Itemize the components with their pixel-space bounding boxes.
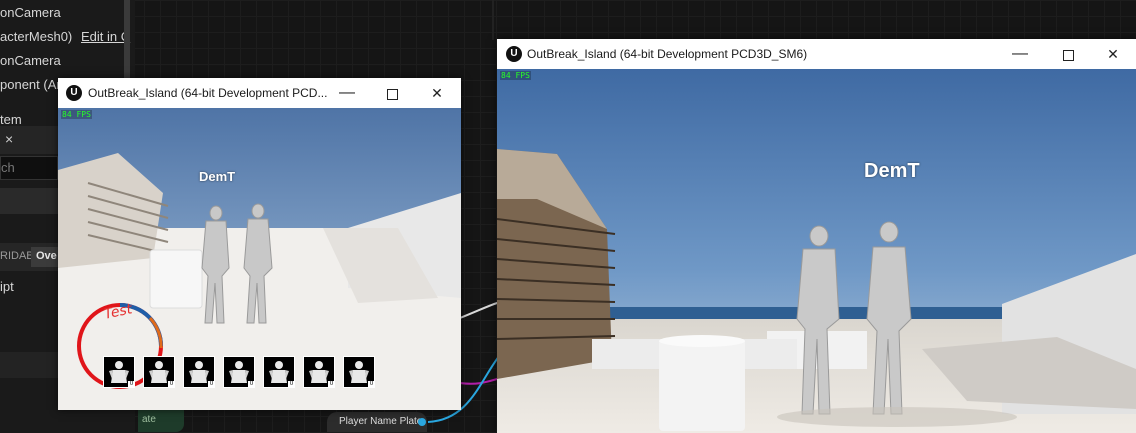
- game-scene: [497, 69, 1136, 433]
- minimize-button[interactable]: —: [336, 82, 358, 104]
- inventory-slot[interactable]: 0: [183, 356, 215, 388]
- inventory-slot[interactable]: 0: [263, 356, 295, 388]
- node-output-pin[interactable]: [418, 418, 426, 426]
- slot-count: 0: [368, 381, 375, 388]
- override-button[interactable]: Ove: [31, 247, 58, 267]
- title-bar[interactable]: U OutBreak_Island (64-bit Development PC…: [497, 39, 1136, 69]
- game-window-small[interactable]: U OutBreak_Island (64-bit Development PC…: [58, 78, 461, 410]
- slot-count: 0: [208, 381, 215, 388]
- wire-white: [459, 301, 501, 319]
- wire-magenta: [459, 377, 501, 385]
- component-row[interactable]: onCamera: [0, 53, 61, 68]
- slot-count: 0: [168, 381, 175, 388]
- component-row[interactable]: acterMesh0): [0, 29, 72, 44]
- unreal-logo-icon: U: [66, 85, 82, 101]
- inventory-slot[interactable]: 0: [303, 356, 335, 388]
- inventory-slot[interactable]: 0: [143, 356, 175, 388]
- fps-counter: 84 FPS: [500, 71, 531, 80]
- details-section-row: [0, 352, 58, 378]
- edit-in-cpp-link[interactable]: Edit in C: [81, 29, 130, 44]
- close-icon[interactable]: ×: [5, 131, 13, 147]
- component-row[interactable]: ponent (Ar: [0, 77, 61, 92]
- window-title: OutBreak_Island (64-bit Development PCD3…: [527, 47, 808, 61]
- blueprint-node[interactable]: ate: [138, 410, 184, 432]
- slot-count: 0: [248, 381, 255, 388]
- script-label: ipt: [0, 279, 14, 294]
- maximize-icon: [386, 88, 398, 100]
- unreal-logo-icon: U: [506, 46, 522, 62]
- title-bar[interactable]: U OutBreak_Island (64-bit Development PC…: [58, 78, 461, 108]
- maximize-icon: [1062, 49, 1074, 61]
- inventory-slot[interactable]: 0: [103, 356, 135, 388]
- game-viewport[interactable]: 84 FPS DemT: [497, 69, 1136, 433]
- game-window-large[interactable]: U OutBreak_Island (64-bit Development PC…: [497, 39, 1136, 433]
- slot-count: 0: [128, 381, 135, 388]
- inventory-slot[interactable]: 0: [343, 356, 375, 388]
- minimize-button[interactable]: —: [1009, 43, 1031, 65]
- player-name-plate-node[interactable]: Player Name Plate: [327, 412, 427, 432]
- slot-count: 0: [328, 381, 335, 388]
- close-button[interactable]: ✕: [1102, 43, 1124, 65]
- game-viewport[interactable]: 84 FPS DemT Test 0000000: [58, 108, 461, 410]
- slot-count: 0: [288, 381, 295, 388]
- player-nameplate: DemT: [199, 169, 236, 184]
- fps-counter: 84 FPS: [61, 110, 92, 119]
- details-search-input[interactable]: ch: [0, 156, 58, 180]
- details-section-header[interactable]: [0, 188, 58, 214]
- maximize-button[interactable]: [1057, 43, 1079, 65]
- player-nameplate: DemT: [864, 160, 920, 182]
- component-row[interactable]: onCamera: [0, 5, 61, 20]
- inventory-slot[interactable]: 0: [223, 356, 255, 388]
- window-title: OutBreak_Island (64-bit Development PCD.…: [88, 86, 328, 100]
- component-row[interactable]: tem: [0, 112, 22, 127]
- maximize-button[interactable]: [381, 82, 403, 104]
- close-button[interactable]: ✕: [426, 82, 448, 104]
